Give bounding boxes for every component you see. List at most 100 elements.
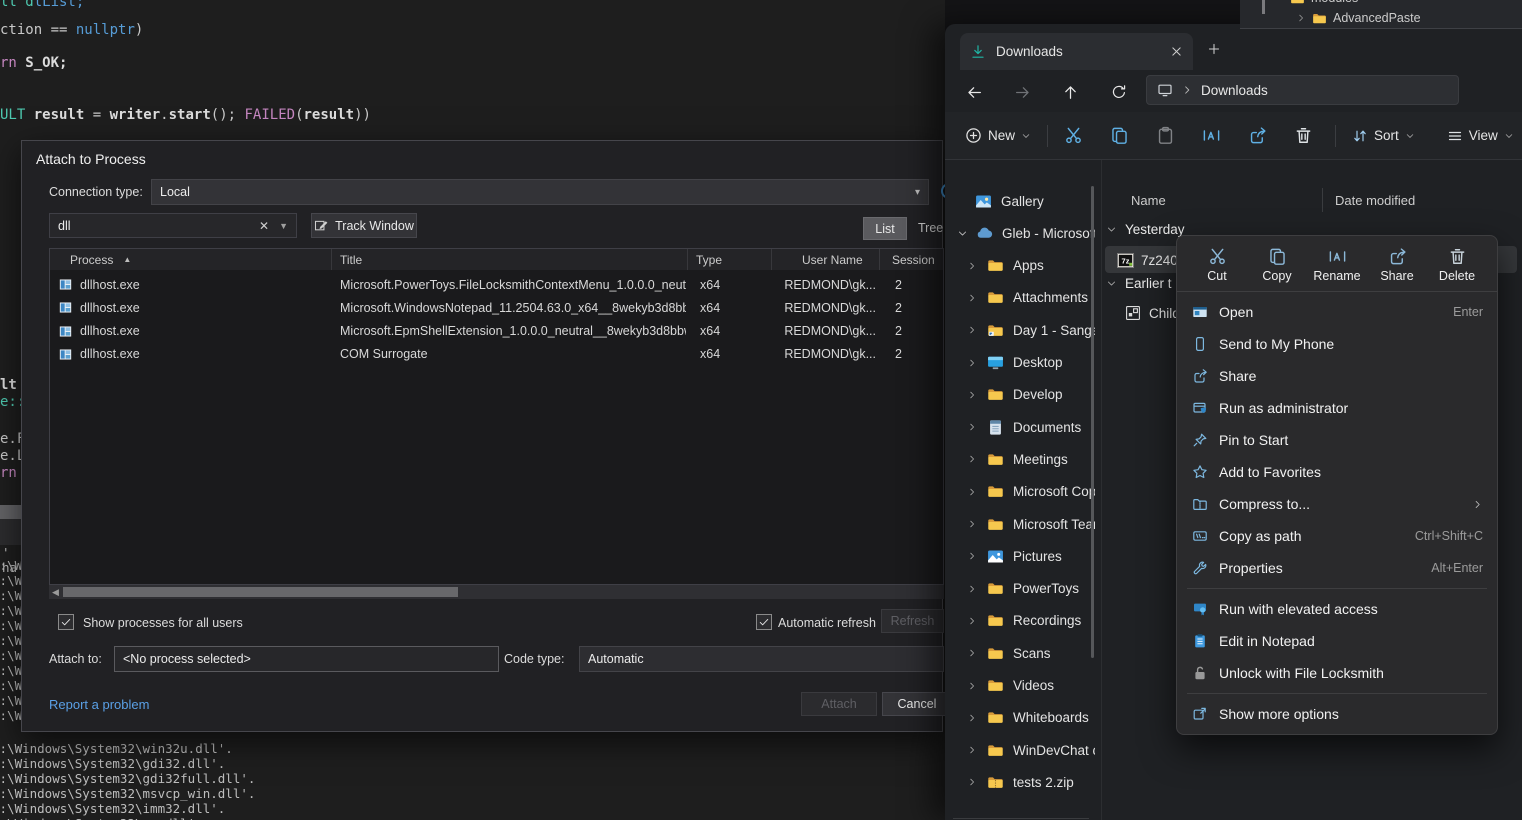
clear-filter-icon[interactable]: ✕ — [259, 219, 269, 233]
chevron-right-icon[interactable] — [967, 261, 977, 271]
cancel-button[interactable]: Cancel — [882, 692, 952, 716]
menu-item-unlock-with-file-locksmith[interactable]: Unlock with File Locksmith — [1177, 657, 1497, 689]
sidebar-item-gallery[interactable]: Gallery — [949, 186, 1095, 216]
process-row[interactable]: dllhost.exeCOM Surrogatex64REDMOND\gk...… — [50, 343, 943, 366]
refresh-button[interactable]: Refresh — [881, 609, 944, 633]
share-quick-button[interactable]: Share — [1368, 245, 1426, 283]
process-row[interactable]: dllhost.exeMicrosoft.EpmShellExtension_1… — [50, 320, 943, 343]
chevron-right-icon[interactable] — [967, 454, 977, 464]
rename-button[interactable] — [1194, 119, 1229, 153]
menu-item-properties[interactable]: PropertiesAlt+Enter — [1177, 552, 1497, 584]
sort-button[interactable]: Sort — [1344, 119, 1423, 153]
code-type-combo[interactable]: Automatic — [579, 646, 944, 672]
sidebar-item-apps[interactable]: Apps — [949, 251, 1095, 281]
list-view-button[interactable]: List — [863, 217, 907, 240]
menu-item-copy-as-path[interactable]: Copy as pathCtrl+Shift+C — [1177, 520, 1497, 552]
new-tab-button[interactable] — [1207, 42, 1221, 61]
column-header-date-modified[interactable]: Date modified — [1335, 193, 1415, 208]
cut-quick-button[interactable]: Cut — [1188, 245, 1246, 283]
group-header-yesterday[interactable]: Yesterday — [1106, 222, 1185, 237]
chevron-right-icon[interactable] — [967, 325, 977, 335]
chevron-right-icon[interactable] — [967, 422, 977, 432]
chevron-right-icon[interactable] — [1296, 13, 1306, 23]
share-button[interactable] — [1240, 119, 1275, 153]
copy-quick-button[interactable]: Copy — [1248, 245, 1306, 283]
column-header-process[interactable]: Process▲ — [50, 249, 332, 270]
tab-close-icon[interactable] — [1170, 45, 1183, 58]
tree-item-advancedpaste[interactable]: AdvancedPaste — [1296, 8, 1421, 28]
chevron-right-icon[interactable] — [967, 713, 977, 723]
column-header-title[interactable]: Title — [332, 249, 688, 270]
chevron-right-icon[interactable] — [967, 584, 977, 594]
explorer-tab-downloads[interactable]: Downloads — [960, 33, 1193, 70]
editor-scrollbar-thumb[interactable] — [0, 505, 21, 519]
chevron-right-icon[interactable] — [967, 487, 977, 497]
auto-refresh-checkbox[interactable] — [756, 614, 772, 630]
sidebar-item-recordings[interactable]: Recordings — [949, 606, 1095, 636]
sidebar-item-day-1-sangee[interactable]: Day 1 - Sangee — [949, 315, 1095, 345]
cut-button[interactable] — [1056, 119, 1091, 153]
attach-button[interactable]: Attach — [801, 692, 877, 716]
menu-item-open[interactable]: OpenEnter — [1177, 296, 1497, 328]
sidebar-item-develop[interactable]: Develop — [949, 380, 1095, 410]
sidebar-item-windevchat-c[interactable]: WinDevChat c — [949, 735, 1095, 765]
show-processes-checkbox[interactable] — [58, 614, 74, 630]
paste-button[interactable] — [1148, 119, 1183, 153]
chevron-right-icon[interactable] — [967, 777, 977, 787]
sidebar-scrollbar[interactable] — [1091, 186, 1094, 658]
menu-item-edit-in-notepad[interactable]: Edit in Notepad — [1177, 625, 1497, 657]
chevron-right-icon[interactable] — [967, 551, 977, 561]
sidebar-item-meetings[interactable]: Meetings — [949, 444, 1095, 474]
address-bar[interactable]: Downloads — [1146, 75, 1459, 105]
sidebar-item-attachments[interactable]: Attachments — [949, 283, 1095, 313]
track-window-button[interactable]: Track Window — [311, 213, 417, 238]
process-filter-input[interactable]: dll ✕ ▼ — [49, 213, 297, 238]
menu-item-compress-to-[interactable]: Compress to... — [1177, 488, 1497, 520]
menu-item-add-to-favorites[interactable]: Add to Favorites — [1177, 456, 1497, 488]
back-button[interactable] — [957, 77, 991, 107]
sidebar-item-videos[interactable]: Videos — [949, 671, 1095, 701]
delete-quick-button[interactable]: Delete — [1428, 245, 1486, 283]
chevron-down-icon[interactable] — [1106, 278, 1117, 289]
process-row[interactable]: dllhost.exeMicrosoft.PowerToys.FileLocks… — [50, 273, 943, 296]
column-header-session[interactable]: Session — [880, 249, 943, 270]
column-header-name[interactable]: Name — [1131, 193, 1166, 208]
sidebar-item-pictures[interactable]: Pictures — [949, 541, 1095, 571]
chevron-right-icon[interactable] — [967, 648, 977, 658]
chevron-right-icon[interactable] — [967, 293, 977, 303]
filter-dropdown-icon[interactable]: ▼ — [279, 221, 288, 231]
rename-quick-button[interactable]: Rename — [1308, 245, 1366, 283]
menu-item-send-to-my-phone[interactable]: Send to My Phone — [1177, 328, 1497, 360]
menu-item-pin-to-start[interactable]: Pin to Start — [1177, 424, 1497, 456]
chevron-right-icon[interactable] — [967, 358, 977, 368]
sidebar-item-desktop[interactable]: Desktop — [949, 348, 1095, 378]
sidebar-item-powertoys[interactable]: PowerToys — [949, 574, 1095, 604]
sidebar-item-whiteboards[interactable]: Whiteboards — [949, 703, 1095, 733]
menu-item-share[interactable]: Share — [1177, 360, 1497, 392]
chevron-right-icon[interactable] — [967, 745, 977, 755]
refresh-button-nav[interactable] — [1102, 77, 1136, 107]
up-button[interactable] — [1053, 77, 1087, 107]
breadcrumb[interactable]: Downloads — [1201, 83, 1268, 98]
menu-item-show-more-options[interactable]: Show more options — [1177, 698, 1497, 730]
column-header-type[interactable]: Type — [688, 249, 772, 270]
sidebar-item-gleb-microsoft[interactable]: Gleb - Microsoft — [949, 218, 1095, 248]
delete-button[interactable] — [1286, 119, 1321, 153]
tree-item-modules[interactable]: modules — [1290, 0, 1358, 8]
chevron-right-icon[interactable] — [967, 390, 977, 400]
tree-scrollbar[interactable] — [1262, 0, 1265, 14]
menu-item-run-as-administrator[interactable]: Run as administrator — [1177, 392, 1497, 424]
chevron-down-icon[interactable] — [1106, 224, 1117, 235]
new-button[interactable]: New — [957, 119, 1039, 153]
chevron-right-icon[interactable] — [967, 681, 977, 691]
view-button[interactable]: View — [1439, 119, 1522, 153]
scrollbar-thumb[interactable] — [63, 587, 458, 597]
file-row-childl[interactable]: Childl — [1125, 302, 1183, 324]
group-header-earlier[interactable]: Earlier t — [1106, 276, 1172, 291]
tree-view-button[interactable]: Tree — [918, 221, 943, 235]
scroll-left-icon[interactable]: ◀ — [52, 587, 59, 598]
chevron-right-icon[interactable] — [967, 616, 977, 626]
chevron-down-icon[interactable] — [957, 228, 968, 239]
connection-type-combo[interactable]: Local ▾ — [151, 179, 929, 205]
sidebar-item-documents[interactable]: Documents — [949, 412, 1095, 442]
